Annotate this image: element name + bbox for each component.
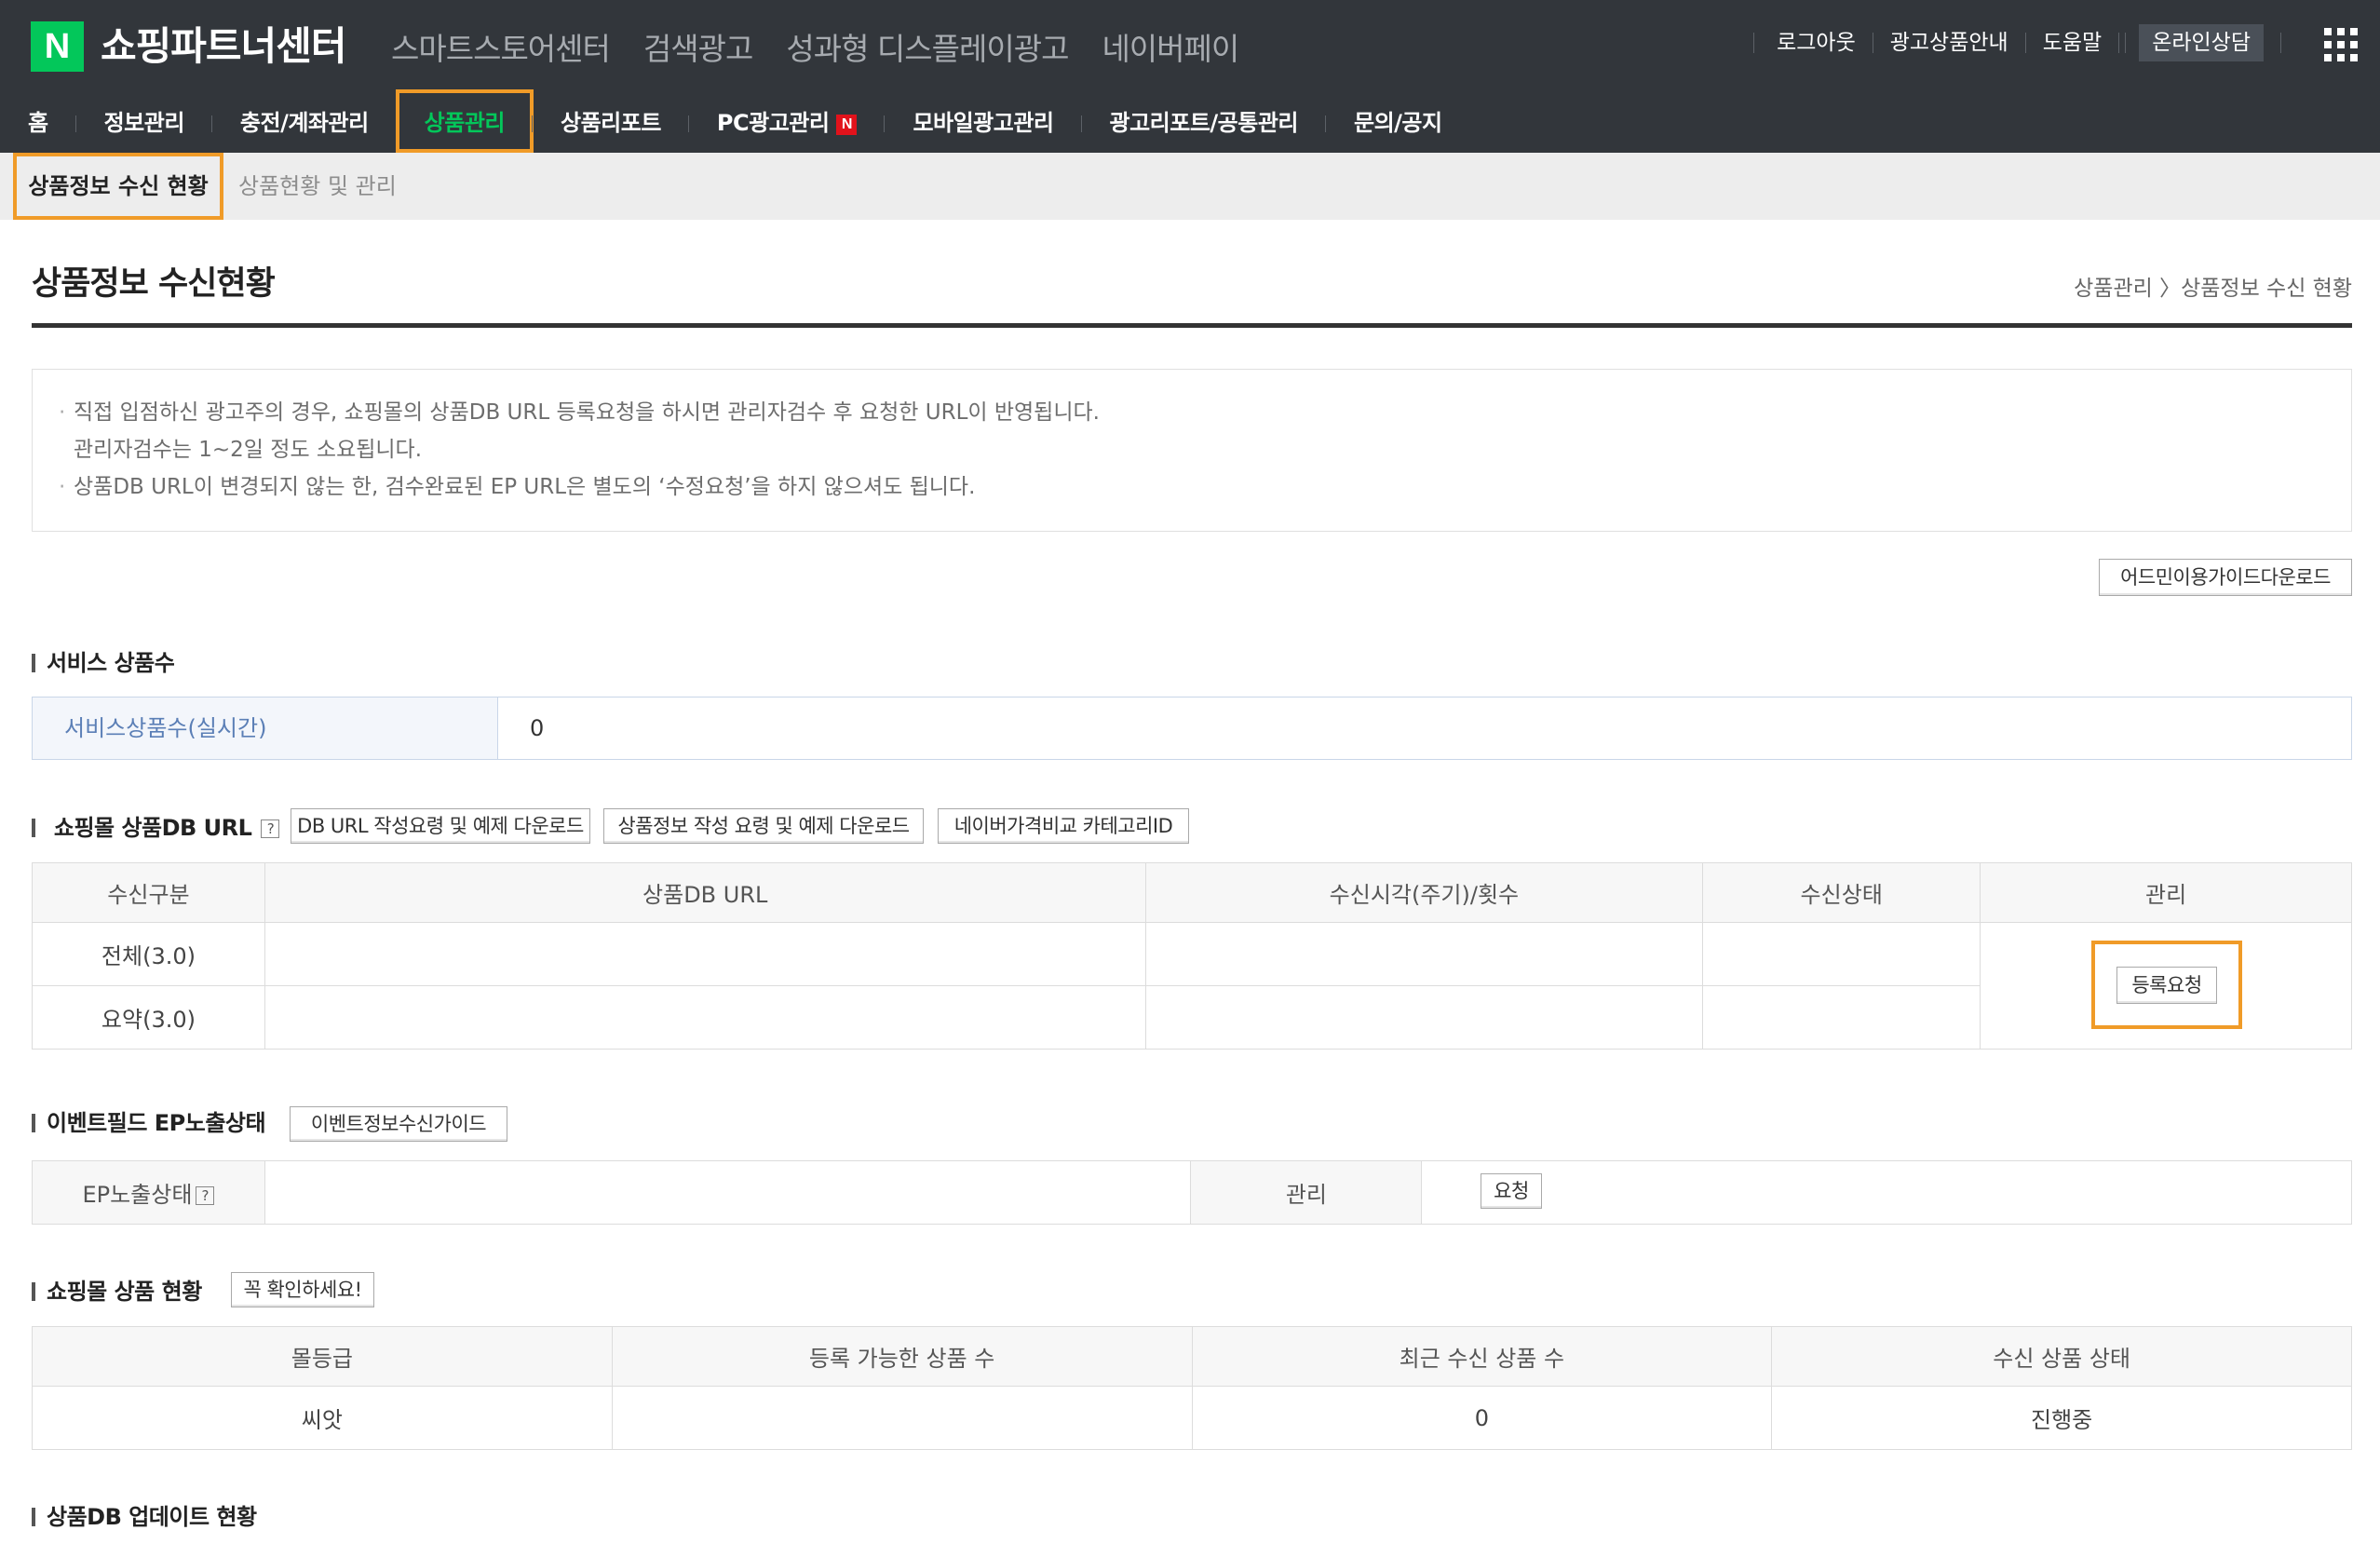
service-count-table: 서비스상품수(실시간) 0 <box>32 697 2352 760</box>
gnb-item-product-report[interactable]: 상품리포트 <box>533 93 689 153</box>
cell-status <box>1702 985 1981 1050</box>
section-title-db-update: 상품DB 업데이트 현황 <box>32 1501 257 1533</box>
ep-request-button[interactable]: 요청 <box>1481 1173 1542 1209</box>
service-link-naverpay[interactable]: 네이버페이 <box>1102 24 1239 69</box>
event-ep-table: EP노출상태? 관리 <box>32 1160 2352 1225</box>
category-id-button[interactable]: 네이버가격비교 카테고리ID <box>938 808 1189 844</box>
cell-state: 진행중 <box>1771 1386 2352 1450</box>
service-link-display-ad[interactable]: 성과형 디스플레이광고 <box>786 24 1069 69</box>
service-count-value: 0 <box>530 715 545 741</box>
new-badge-icon: N <box>836 115 858 135</box>
col-header-registrable: 등록 가능한 상품 수 <box>611 1326 1193 1387</box>
section-title-db-url: 쇼핑몰 상품DB URL? <box>32 812 280 844</box>
help-icon[interactable]: ? <box>196 1186 215 1205</box>
help-link[interactable]: 도움말 <box>2026 33 2120 54</box>
gnb-item-home[interactable]: 홈 <box>0 93 76 153</box>
online-consult-button[interactable]: 온라인상담 <box>2139 24 2264 61</box>
main-navigation: 홈 정보관리 충전/계좌관리 상품관리 상품리포트 PC광고관리 N 모바일광고관… <box>0 89 2380 153</box>
mall-status-table: 몰등급 등록 가능한 상품 수 최근 수신 상품 수 수신 상품 상태 씨앗 0… <box>32 1326 2352 1450</box>
col-header-manage: 관리 <box>1980 862 2352 923</box>
utility-divider <box>2125 33 2127 53</box>
service-link-search-ad[interactable]: 검색광고 <box>643 24 753 69</box>
db-url-table: 수신구분 상품DB URL 수신시각(주기)/횟수 수신상태 관리 전체(3.0… <box>32 862 2352 1050</box>
ep-manage-label: 관리 <box>1190 1160 1423 1225</box>
col-header-time: 수신시각(주기)/횟수 <box>1144 862 1704 923</box>
gnb-item-ad-report[interactable]: 광고리포트/공통관리 <box>1082 93 1327 153</box>
cell-url <box>264 922 1146 986</box>
notice-line: · 직접 입점하신 광고주의 경우, 쇼핑몰의 상품DB URL 등록요청을 하시… <box>59 400 1100 425</box>
cell-time <box>1144 922 1704 986</box>
utility-divider <box>2280 33 2281 53</box>
utility-links: 로그아웃 광고상품안내 도움말 온라인상담 <box>1748 24 2287 61</box>
brand-title[interactable]: 쇼핑파트너센터 <box>101 19 346 74</box>
register-request-button[interactable]: 등록요청 <box>2116 967 2217 1004</box>
cell-registrable <box>611 1386 1193 1450</box>
table-row: 씨앗 0 진행중 <box>32 1386 2352 1450</box>
help-icon[interactable]: ? <box>261 819 280 838</box>
check-notice-button[interactable]: 꼭 확인하세요! <box>231 1272 374 1307</box>
app-grid-icon[interactable] <box>2324 28 2358 61</box>
section-title-service-count: 서비스 상품수 <box>32 647 175 679</box>
table-row: EP노출상태? 관리 <box>32 1160 2352 1225</box>
gnb-item-info[interactable]: 정보관리 <box>76 93 213 153</box>
lnb-item-product-manage[interactable]: 상품현황 및 관리 <box>238 153 397 220</box>
cell-type: 전체(3.0) <box>32 922 265 986</box>
col-header-type: 수신구분 <box>32 862 265 923</box>
service-link-smartstore[interactable]: 스마트스토어센터 <box>391 24 611 69</box>
event-guide-button[interactable]: 이벤트정보수신가이드 <box>290 1106 507 1142</box>
page-title: 상품정보 수신현황 <box>32 265 276 303</box>
lnb-item-receive-status[interactable]: 상품정보 수신 현황 <box>13 153 223 220</box>
db-url-guide-download-button[interactable]: DB URL 작성요령 및 예제 다운로드 <box>291 808 590 844</box>
logout-link[interactable]: 로그아웃 <box>1760 33 1873 54</box>
product-info-guide-download-button[interactable]: 상품정보 작성 요령 및 예제 다운로드 <box>603 808 924 844</box>
service-count-label: 서비스상품수(실시간) <box>33 698 498 759</box>
col-header-state: 수신 상품 상태 <box>1771 1326 2352 1387</box>
cell-type: 요약(3.0) <box>32 985 265 1050</box>
naver-logo-icon[interactable]: N <box>31 21 84 72</box>
sub-navigation: 상품정보 수신 현황 상품현황 및 관리 <box>0 153 2380 220</box>
col-header-grade: 몰등급 <box>32 1326 613 1387</box>
col-header-recent: 최근 수신 상품 수 <box>1191 1326 1773 1387</box>
service-links: 스마트스토어센터 검색광고 성과형 디스플레이광고 네이버페이 <box>391 19 1272 74</box>
table-header-row: 수신구분 상품DB URL 수신시각(주기)/횟수 수신상태 관리 <box>32 862 2352 923</box>
table-row: 전체(3.0) <box>32 922 2352 1050</box>
section-title-mall-status: 쇼핑몰 상품 현황 <box>32 1276 202 1307</box>
col-header-status: 수신상태 <box>1702 862 1981 923</box>
breadcrumb: 상품관리 〉상품정보 수신 현황 <box>2074 277 2352 301</box>
section-title-event-ep: 이벤트필드 EP노출상태 <box>32 1107 266 1139</box>
guide-download-button[interactable]: 어드민이용가이드다운로드 <box>2099 559 2352 596</box>
table-header-row: 몰등급 등록 가능한 상품 수 최근 수신 상품 수 수신 상품 상태 <box>32 1326 2352 1387</box>
gnb-item-inquiry[interactable]: 문의/공지 <box>1326 93 1470 153</box>
cell-time <box>1144 985 1704 1050</box>
ep-status-value <box>264 1160 1192 1225</box>
cell-recent: 0 <box>1191 1386 1773 1450</box>
ep-status-label: EP노출상태? <box>32 1160 265 1225</box>
ad-product-info-link[interactable]: 광고상품안내 <box>1873 33 2026 54</box>
cell-status <box>1702 922 1981 986</box>
gnb-item-charge[interactable]: 충전/계좌관리 <box>212 93 397 153</box>
notice-line: 관리자검수는 1~2일 정도 소요됩니다. <box>74 438 423 462</box>
col-header-url: 상품DB URL <box>264 862 1146 923</box>
notice-box: · 직접 입점하신 광고주의 경우, 쇼핑몰의 상품DB URL 등록요청을 하시… <box>32 369 2352 532</box>
gnb-item-product[interactable]: 상품관리 <box>395 89 534 153</box>
ep-manage-cell <box>1421 1160 2352 1225</box>
cell-grade: 씨앗 <box>32 1386 613 1450</box>
title-divider <box>32 323 2352 328</box>
top-bar: N 쇼핑파트너센터 스마트스토어센터 검색광고 성과형 디스플레이광고 네이버페… <box>0 0 2380 93</box>
utility-divider <box>1753 33 1755 53</box>
gnb-item-pc-ad[interactable]: PC광고관리 N <box>689 93 886 153</box>
notice-line: · 상품DB URL이 변경되지 않는 한, 검수완료된 EP URL은 별도의 … <box>59 475 976 499</box>
cell-url <box>264 985 1146 1050</box>
highlight-box <box>395 89 534 153</box>
gnb-item-mobile-ad[interactable]: 모바일광고관리 <box>885 93 1082 153</box>
